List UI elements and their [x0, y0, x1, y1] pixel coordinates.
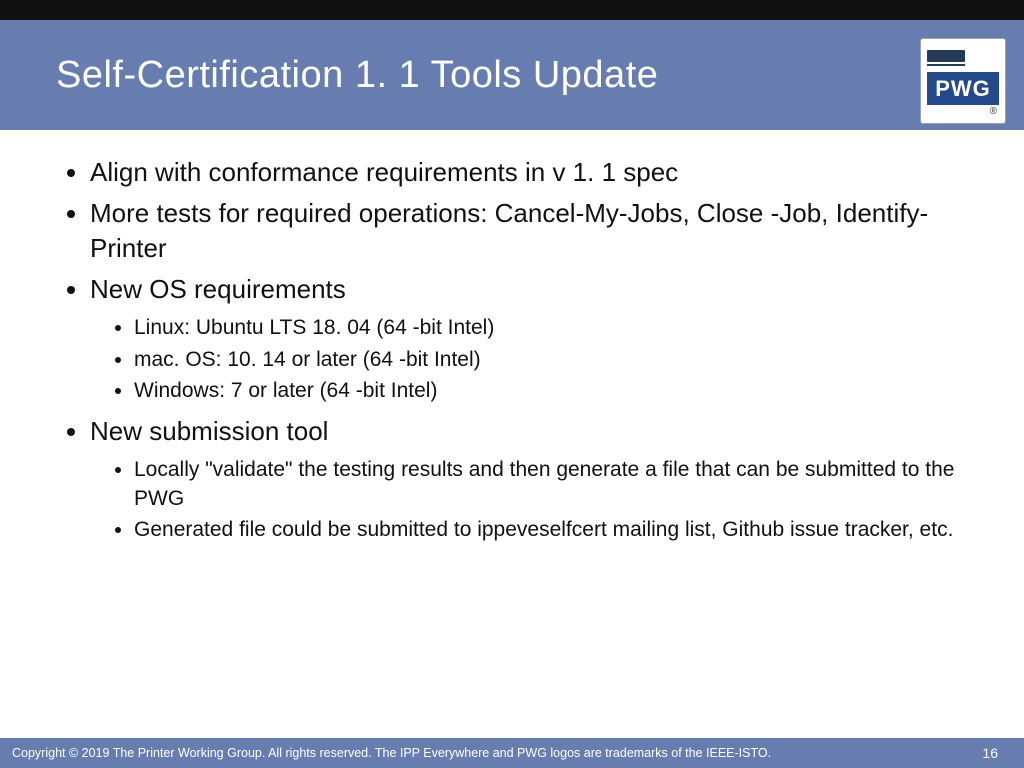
sub-bullet-item: Linux: Ubuntu LTS 18. 04 (64 -bit Intel): [134, 313, 968, 342]
title-bar: Self-Certification 1. 1 Tools Update PWG…: [0, 20, 1024, 130]
bullet-item: New submission tool Locally "validate" t…: [90, 414, 968, 545]
top-black-band: [0, 0, 1024, 20]
sub-bullet-item: mac. OS: 10. 14 or later (64 -bit Intel): [134, 345, 968, 374]
slide: Self-Certification 1. 1 Tools Update PWG…: [0, 0, 1024, 768]
bullet-item: New OS requirements Linux: Ubuntu LTS 18…: [90, 272, 968, 405]
sub-bullet-item: Locally "validate" the testing results a…: [134, 455, 968, 514]
sub-bullet-list: Linux: Ubuntu LTS 18. 04 (64 -bit Intel)…: [90, 313, 968, 405]
footer-bar: Copyright © 2019 The Printer Working Gro…: [0, 738, 1024, 768]
copyright-text: Copyright © 2019 The Printer Working Gro…: [12, 746, 771, 760]
slide-title: Self-Certification 1. 1 Tools Update: [0, 54, 658, 97]
sub-bullet-item: Windows: 7 or later (64 -bit Intel): [134, 376, 968, 405]
bullet-text: New OS requirements: [90, 274, 346, 304]
logo-printer-icon: [927, 45, 999, 66]
sub-bullet-item: Generated file could be submitted to ipp…: [134, 515, 968, 544]
registered-mark: ®: [927, 106, 999, 117]
bullet-text: New submission tool: [90, 416, 328, 446]
pwg-logo: PWG ®: [920, 38, 1006, 124]
bullet-list: Align with conformance requirements in v…: [68, 155, 968, 545]
logo-text: PWG: [927, 72, 999, 105]
bullet-item: More tests for required operations: Canc…: [90, 196, 968, 266]
page-number: 16: [982, 745, 998, 761]
slide-body: Align with conformance requirements in v…: [68, 155, 968, 553]
bullet-item: Align with conformance requirements in v…: [90, 155, 968, 190]
sub-bullet-list: Locally "validate" the testing results a…: [90, 455, 968, 545]
